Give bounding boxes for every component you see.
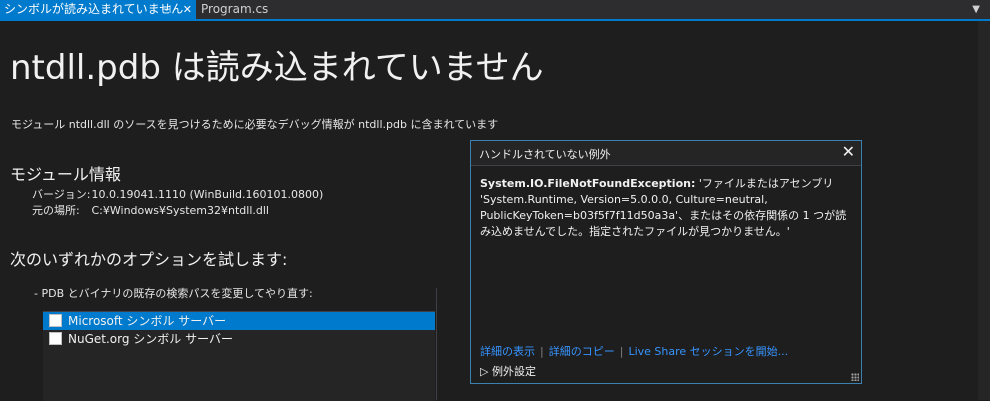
checkbox[interactable] xyxy=(49,332,62,345)
options-heading: 次のいずれかのオプションを試します: xyxy=(10,250,288,269)
link-separator: | xyxy=(540,345,544,358)
list-item-label: NuGet.org シンボル サーバー xyxy=(68,332,233,346)
view-details-link[interactable]: 詳細の表示 xyxy=(480,345,535,358)
list-item-microsoft-symbol-server[interactable]: Microsoft シンボル サーバー xyxy=(43,312,435,330)
page-subtitle: モジュール ntdll.dll のソースを見つけるために必要なデバッグ情報が n… xyxy=(11,118,499,131)
symbol-server-list[interactable]: Microsoft シンボル サーバー NuGet.org シンボル サーバー xyxy=(43,311,435,401)
popup-title: ハンドルされていない例外 xyxy=(479,148,611,161)
exception-message: System.IO.FileNotFoundException: 'ファイルまた… xyxy=(480,176,852,240)
page-title: ntdll.pdb は読み込まれていません xyxy=(10,48,544,88)
exception-type: System.IO.FileNotFoundException: xyxy=(480,177,696,190)
close-icon[interactable]: ✕ xyxy=(183,3,192,16)
location-value: C:¥Windows¥System32¥ntdll.dll xyxy=(91,204,269,217)
document-tab-strip: シンボルが読み込まれていません ⊣ ✕ Program.cs ▼ xyxy=(0,0,990,21)
exception-helper-popup: ハンドルされていない例外 ✕ System.IO.FileNotFoundExc… xyxy=(470,140,862,384)
copy-details-link[interactable]: 詳細のコピー xyxy=(549,345,615,358)
module-info-heading: モジュール情報 xyxy=(10,165,121,184)
exception-settings-toggle[interactable]: ▷ 例外設定 xyxy=(480,363,536,379)
close-icon[interactable]: ✕ xyxy=(842,142,855,161)
version-value: 10.0.19041.1110 (WinBuild.160101.0800) xyxy=(91,188,324,201)
start-live-share-link[interactable]: Live Share セッションを開始... xyxy=(628,345,788,358)
tab-overflow-dropdown-icon[interactable]: ▼ xyxy=(972,0,980,19)
vertical-scrollbar[interactable] xyxy=(978,21,990,400)
list-item-nuget-symbol-server[interactable]: NuGet.org シンボル サーバー xyxy=(43,330,435,348)
tab-label: Program.cs xyxy=(201,2,269,16)
search-path-instruction: - PDB とバイナリの既存の検索パスを変更してやり直す: xyxy=(34,287,313,300)
list-border xyxy=(436,288,437,400)
popup-header: ハンドルされていない例外 ✕ xyxy=(471,141,861,166)
location-row: 元の場所: C:¥Windows¥System32¥ntdll.dll xyxy=(32,202,269,218)
location-label: 元の場所: xyxy=(32,204,80,217)
exception-settings-label: 例外設定 xyxy=(491,365,536,378)
tab-symbols-not-loaded[interactable]: シンボルが読み込まれていません ⊣ ✕ xyxy=(0,0,196,19)
resize-grip-icon[interactable] xyxy=(851,373,859,381)
link-separator: | xyxy=(619,345,624,358)
popup-links: 詳細の表示 | 詳細のコピー | Live Share セッションを開始... xyxy=(480,343,788,359)
tab-program-cs[interactable]: Program.cs xyxy=(196,0,316,19)
version-row: バージョン: 10.0.19041.1110 (WinBuild.160101.… xyxy=(32,186,323,202)
version-label: バージョン: xyxy=(32,188,91,201)
expand-arrow-icon: ▷ xyxy=(480,365,489,378)
list-item-label: Microsoft シンボル サーバー xyxy=(68,314,227,328)
checkbox[interactable] xyxy=(49,314,62,327)
pin-icon[interactable]: ⊣ xyxy=(162,3,172,16)
